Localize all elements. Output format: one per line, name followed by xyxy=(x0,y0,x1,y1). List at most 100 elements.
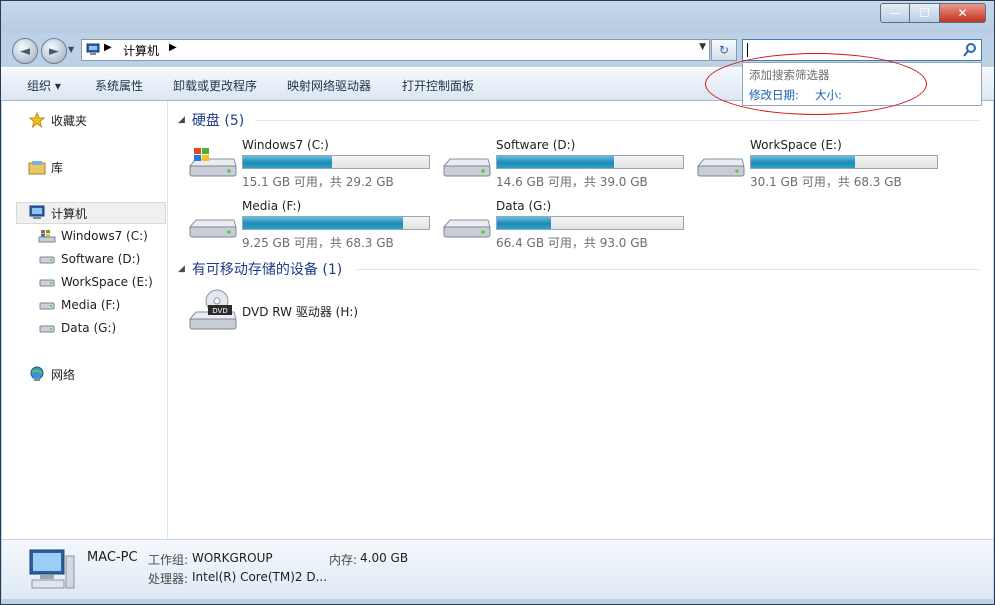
sidebar-item-libraries[interactable]: 库 xyxy=(28,157,63,177)
sidebar-item-label: Windows7 (C:) xyxy=(61,229,148,243)
workgroup-value: WORKGROUP xyxy=(192,551,273,565)
sidebar-item-label: 收藏夹 xyxy=(51,113,88,128)
forward-button[interactable]: ► xyxy=(41,38,67,64)
drive-space-info: 9.25 GB 可用，共 68.3 GB xyxy=(242,236,394,250)
details-pane: MAC-PC 工作组: WORKGROUP 内存: 4.00 GB 处理器: I… xyxy=(2,539,993,599)
search-icon[interactable] xyxy=(963,42,977,58)
sidebar-item-label: Software (D:) xyxy=(61,252,141,266)
group-title: 硬盘 (5) xyxy=(191,113,245,129)
processor-value: Intel(R) Core(TM)2 D... xyxy=(192,570,328,584)
collapse-triangle-icon[interactable]: ◢ xyxy=(178,264,185,274)
group-divider xyxy=(357,269,979,270)
sidebar-item-label: 库 xyxy=(51,160,64,175)
hard-drive-icon xyxy=(442,219,491,238)
breadcrumb-computer[interactable]: 计算机 xyxy=(123,42,159,59)
drive-space-info: 30.1 GB 可用，共 68.3 GB xyxy=(750,175,902,189)
group-header-removable[interactable]: ◢ 有可移动存储的设备 (1) xyxy=(178,259,342,279)
group-title: 有可移动存储的设备 (1) xyxy=(191,262,343,278)
navigation-pane: 收藏夹 库 计算机 Windows7 (C:) Software (D:) Wo… xyxy=(2,101,168,539)
windows-drive-icon xyxy=(188,148,237,177)
sidebar-item-label: WorkSpace (E:) xyxy=(61,275,153,289)
breadcrumb-separator[interactable]: ▶ xyxy=(169,42,177,53)
sidebar-item-drive-f[interactable]: Media (F:) xyxy=(38,295,120,315)
address-history-dropdown[interactable]: ▼ xyxy=(699,42,706,52)
refresh-button[interactable]: ↻ xyxy=(711,39,737,61)
computer-name: MAC-PC xyxy=(87,550,138,565)
workgroup-label: 工作组: xyxy=(148,553,189,567)
hard-drive-icon xyxy=(39,279,55,287)
explorer-window: — ☐ ✕ ◄ ► ▼ ▶ 计算机 ▶ ▼ ↻ 组织 ▾ 系统属性 卸载或更改程… xyxy=(0,0,995,605)
drive-tile-f[interactable]: Media (F:) 9.25 GB 可用，共 68.3 GB xyxy=(188,199,438,251)
windows-drive-icon xyxy=(38,230,56,243)
computer-icon xyxy=(29,549,75,589)
breadcrumb-separator[interactable]: ▶ xyxy=(104,42,112,53)
minimize-button[interactable]: — xyxy=(880,3,910,23)
close-button[interactable]: ✕ xyxy=(940,3,986,23)
hard-drive-icon xyxy=(188,219,237,238)
drive-space-info: 66.4 GB 可用，共 93.0 GB xyxy=(496,236,648,250)
drive-name: WorkSpace (E:) xyxy=(750,138,842,152)
drive-usage-bar xyxy=(496,155,684,169)
drive-usage-bar xyxy=(242,216,430,230)
caption-buttons: — ☐ ✕ xyxy=(880,3,986,23)
dvd-drive-icon: DVD xyxy=(188,289,237,330)
address-bar[interactable]: ▶ 计算机 ▶ ▼ xyxy=(81,39,710,61)
drive-name: DVD RW 驱动器 (H:) xyxy=(242,305,359,319)
drive-usage-fill xyxy=(497,217,551,229)
drive-usage-fill xyxy=(243,217,403,229)
back-button[interactable]: ◄ xyxy=(12,38,38,64)
hard-drive-icon xyxy=(39,302,55,310)
sidebar-item-favorites[interactable]: 收藏夹 xyxy=(28,110,87,130)
drive-usage-bar xyxy=(496,216,684,230)
text-caret xyxy=(747,43,748,57)
sidebar-item-label: Data (G:) xyxy=(61,321,117,335)
sidebar-item-drive-d[interactable]: Software (D:) xyxy=(38,249,140,269)
processor-label: 处理器: xyxy=(148,572,189,586)
sidebar-item-label: 网络 xyxy=(51,367,76,382)
group-header-hard-disks[interactable]: ◢ 硬盘 (5) xyxy=(178,110,244,130)
drive-tile-g[interactable]: Data (G:) 66.4 GB 可用，共 93.0 GB xyxy=(442,199,692,251)
drive-space-info: 14.6 GB 可用，共 39.0 GB xyxy=(496,175,648,189)
hard-drive-icon xyxy=(696,158,745,177)
drive-tile-e[interactable]: WorkSpace (E:) 30.1 GB 可用，共 68.3 GB xyxy=(696,138,946,190)
sidebar-item-network[interactable]: 网络 xyxy=(28,364,75,384)
memory-value: 4.00 GB xyxy=(360,551,409,565)
drive-tile-d[interactable]: Software (D:) 14.6 GB 可用，共 39.0 GB xyxy=(442,138,692,190)
drive-usage-fill xyxy=(751,156,856,168)
title-bar[interactable]: — ☐ ✕ xyxy=(1,1,994,33)
sidebar-item-label: Media (F:) xyxy=(61,298,121,312)
drive-name: Media (F:) xyxy=(242,199,302,213)
open-control-panel-button[interactable]: 打开控制面板 xyxy=(402,77,474,94)
recent-pages-dropdown[interactable]: ▼ xyxy=(68,45,74,54)
network-icon xyxy=(30,366,44,381)
dvd-logo-text: DVD xyxy=(212,307,227,315)
organize-button[interactable]: 组织 ▾ xyxy=(27,77,61,94)
map-network-drive-button[interactable]: 映射网络驱动器 xyxy=(287,77,371,94)
system-properties-button[interactable]: 系统属性 xyxy=(95,77,143,94)
hard-drive-icon xyxy=(39,325,55,333)
content-area: 收藏夹 库 计算机 Windows7 (C:) Software (D:) Wo… xyxy=(2,101,993,539)
drive-tile-c[interactable]: Windows7 (C:) 15.1 GB 可用，共 29.2 GB xyxy=(188,138,438,190)
drive-usage-fill xyxy=(497,156,615,168)
drive-usage-bar xyxy=(750,155,938,169)
drive-name: Data (G:) xyxy=(496,199,552,213)
star-icon xyxy=(28,112,46,128)
drive-usage-bar xyxy=(242,155,430,169)
uninstall-program-button[interactable]: 卸载或更改程序 xyxy=(173,77,257,94)
computer-icon xyxy=(29,205,45,219)
red-annotation-ellipse xyxy=(705,53,927,115)
sidebar-item-drive-g[interactable]: Data (G:) xyxy=(38,318,116,338)
sidebar-item-label: 计算机 xyxy=(51,206,88,221)
drive-name: Windows7 (C:) xyxy=(242,138,329,152)
main-pane: ◢ 硬盘 (5) Windows7 (C:) 15.1 GB 可用，共 29.2… xyxy=(169,101,993,539)
group-divider xyxy=(255,120,979,121)
drive-tile-h[interactable]: DVD DVD RW 驱动器 (H:) xyxy=(188,287,438,335)
sidebar-item-computer[interactable]: 计算机 xyxy=(28,203,87,223)
drive-space-info: 15.1 GB 可用，共 29.2 GB xyxy=(242,175,394,189)
collapse-triangle-icon[interactable]: ◢ xyxy=(178,115,185,125)
library-icon xyxy=(28,161,46,175)
sidebar-item-drive-c[interactable]: Windows7 (C:) xyxy=(38,226,148,246)
drive-name: Software (D:) xyxy=(496,138,576,152)
maximize-button[interactable]: ☐ xyxy=(910,3,940,23)
sidebar-item-drive-e[interactable]: WorkSpace (E:) xyxy=(38,272,153,292)
